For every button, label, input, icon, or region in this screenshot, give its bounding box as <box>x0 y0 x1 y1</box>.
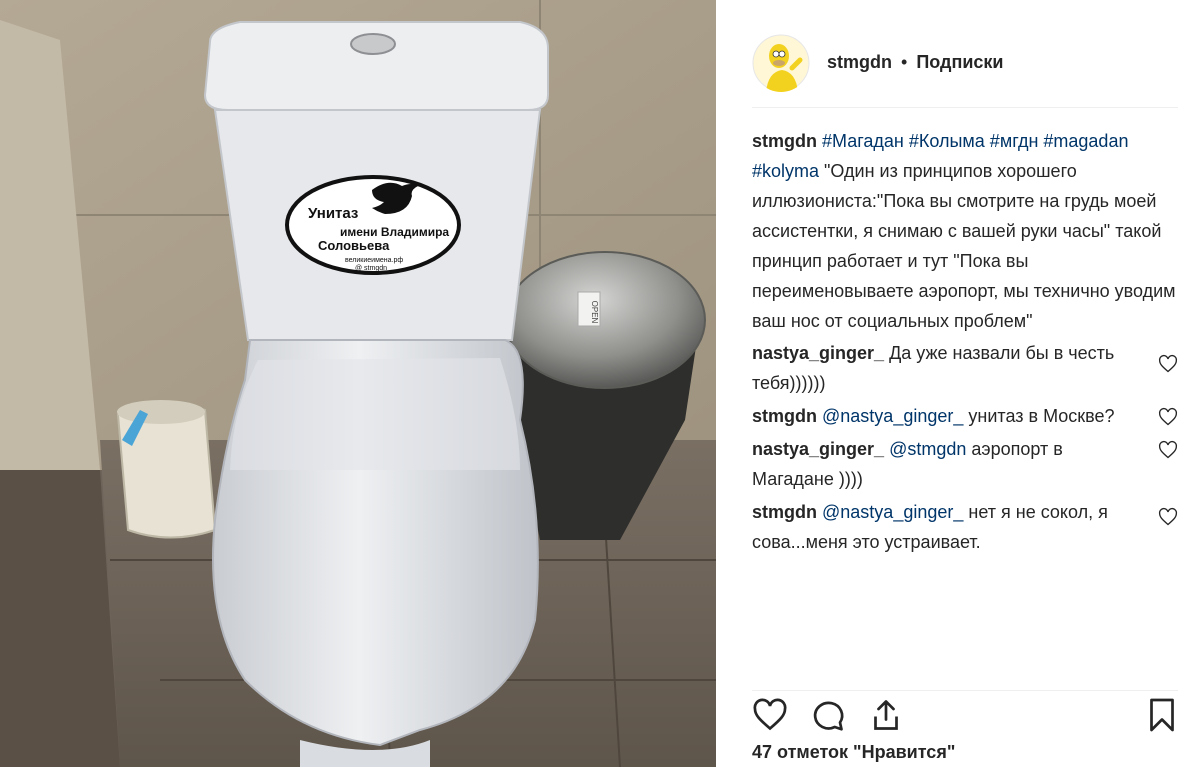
header-text: stmgdn • Подписки <box>827 52 1004 73</box>
comment-like-icon[interactable] <box>1158 354 1178 374</box>
comment-username[interactable]: stmgdn <box>752 406 817 426</box>
comment-mention[interactable]: @nastya_ginger_ <box>822 502 963 522</box>
comment-item: nastya_ginger_ @stmgdn аэропорт в Магада… <box>752 434 1178 494</box>
comment-item: nastya_ginger_ Да уже назвали бы в честь… <box>752 338 1178 398</box>
comment-username[interactable]: nastya_ginger_ <box>752 439 884 459</box>
comment-text: унитаз в Москве? <box>968 406 1115 426</box>
comment-like-icon[interactable] <box>1158 507 1178 527</box>
follow-button[interactable]: Подписки <box>916 52 1003 72</box>
bookmark-icon[interactable] <box>1144 697 1180 733</box>
comment-icon[interactable] <box>810 697 846 733</box>
sticker-line3: Соловьева <box>318 238 390 253</box>
header-separator: • <box>901 52 908 72</box>
post-caption: stmgdn #Магадан #Колыма #мгдн #magadan #… <box>752 126 1178 336</box>
caption-text: "Один из принципов хорошего иллюзиониста… <box>752 161 1176 331</box>
post-photo: OPEN Унитаз имени Владимира Соловьева ве… <box>0 0 716 767</box>
comment-mention[interactable]: @nastya_ginger_ <box>822 406 963 426</box>
photo-image: OPEN Унитаз имени Владимира Соловьева ве… <box>0 0 716 767</box>
comment-like-icon[interactable] <box>1158 440 1178 460</box>
post-header: stmgdn • Подписки <box>752 18 1178 108</box>
avatar[interactable] <box>752 33 810 92</box>
action-bar <box>752 690 1180 733</box>
heart-icon[interactable] <box>752 697 788 733</box>
sticker-handle: @ stmgdn <box>355 265 387 272</box>
post-sidebar: stmgdn • Подписки stmgdn #Магадан #Колым… <box>716 0 1200 767</box>
sticker-title: Унитаз <box>308 205 358 222</box>
comment-username[interactable]: stmgdn <box>752 502 817 522</box>
header-username[interactable]: stmgdn <box>827 52 892 72</box>
comment-like-icon[interactable] <box>1158 407 1178 427</box>
bin-label: OPEN <box>590 301 599 324</box>
comments-list: stmgdn #Магадан #Колыма #мгдн #magadan #… <box>752 126 1178 557</box>
comment-mention[interactable]: @stmgdn <box>889 439 966 459</box>
comment-item: stmgdn @nastya_ginger_ унитаз в Москве? <box>752 401 1178 431</box>
sticker-line2: имени Владимира <box>340 225 449 239</box>
share-icon[interactable] <box>868 697 904 733</box>
sticker-site: великиеимена.рф <box>345 257 403 264</box>
comment-item: stmgdn @nastya_ginger_ нет я не сокол, я… <box>752 497 1178 557</box>
caption-username[interactable]: stmgdn <box>752 131 817 151</box>
likes-count[interactable]: 47 отметок "Нравится" <box>752 742 955 763</box>
comment-username[interactable]: nastya_ginger_ <box>752 343 884 363</box>
avatar-image <box>752 33 810 92</box>
